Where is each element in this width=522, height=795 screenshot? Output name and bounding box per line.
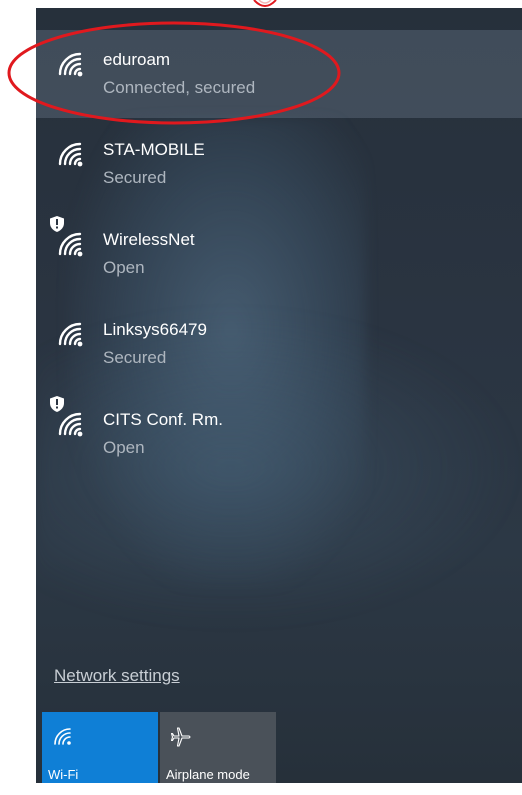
network-status: Connected, secured [103, 78, 256, 97]
network-name: eduroam [103, 50, 171, 69]
airplane-mode-tile[interactable]: Airplane mode [160, 712, 276, 783]
network-item-cits-conf-rm[interactable]: CITS Conf. Rm. Open [36, 390, 522, 478]
network-name: CITS Conf. Rm. [103, 410, 223, 429]
wifi-toggle-tile[interactable]: Wi-Fi [42, 712, 158, 783]
network-flyout: eduroam Connected, secured STA-MOBILE Se… [36, 8, 522, 783]
wifi-signal-icon [58, 142, 83, 167]
wifi-signal-icon [58, 412, 83, 437]
tile-label: Wi-Fi [48, 767, 79, 782]
network-name: STA-MOBILE [103, 140, 205, 159]
shield-warning-icon [50, 216, 64, 232]
network-item-sta-mobile[interactable]: STA-MOBILE Secured [36, 120, 522, 208]
network-item-wirelessnet[interactable]: WirelessNet Open [36, 210, 522, 298]
wifi-signal-icon [58, 232, 83, 257]
network-status: Secured [103, 168, 167, 187]
network-status: Open [103, 438, 145, 457]
tile-label: Airplane mode [166, 767, 250, 782]
wifi-icon [54, 728, 71, 745]
wifi-signal-icon [58, 52, 83, 77]
network-status: Secured [103, 348, 167, 367]
network-name: Linksys66479 [103, 320, 207, 339]
annotation-mark [253, 0, 277, 7]
screenshot-canvas: eduroam Connected, secured STA-MOBILE Se… [0, 0, 522, 795]
network-name: WirelessNet [103, 230, 195, 249]
network-item-eduroam[interactable]: eduroam Connected, secured [36, 30, 522, 118]
shield-warning-icon [50, 396, 64, 412]
network-status: Open [103, 258, 145, 277]
network-item-linksys66479[interactable]: Linksys66479 Secured [36, 300, 522, 388]
wifi-signal-icon [58, 322, 83, 347]
airplane-icon [170, 727, 191, 747]
network-settings-link[interactable]: Network settings [54, 666, 180, 686]
